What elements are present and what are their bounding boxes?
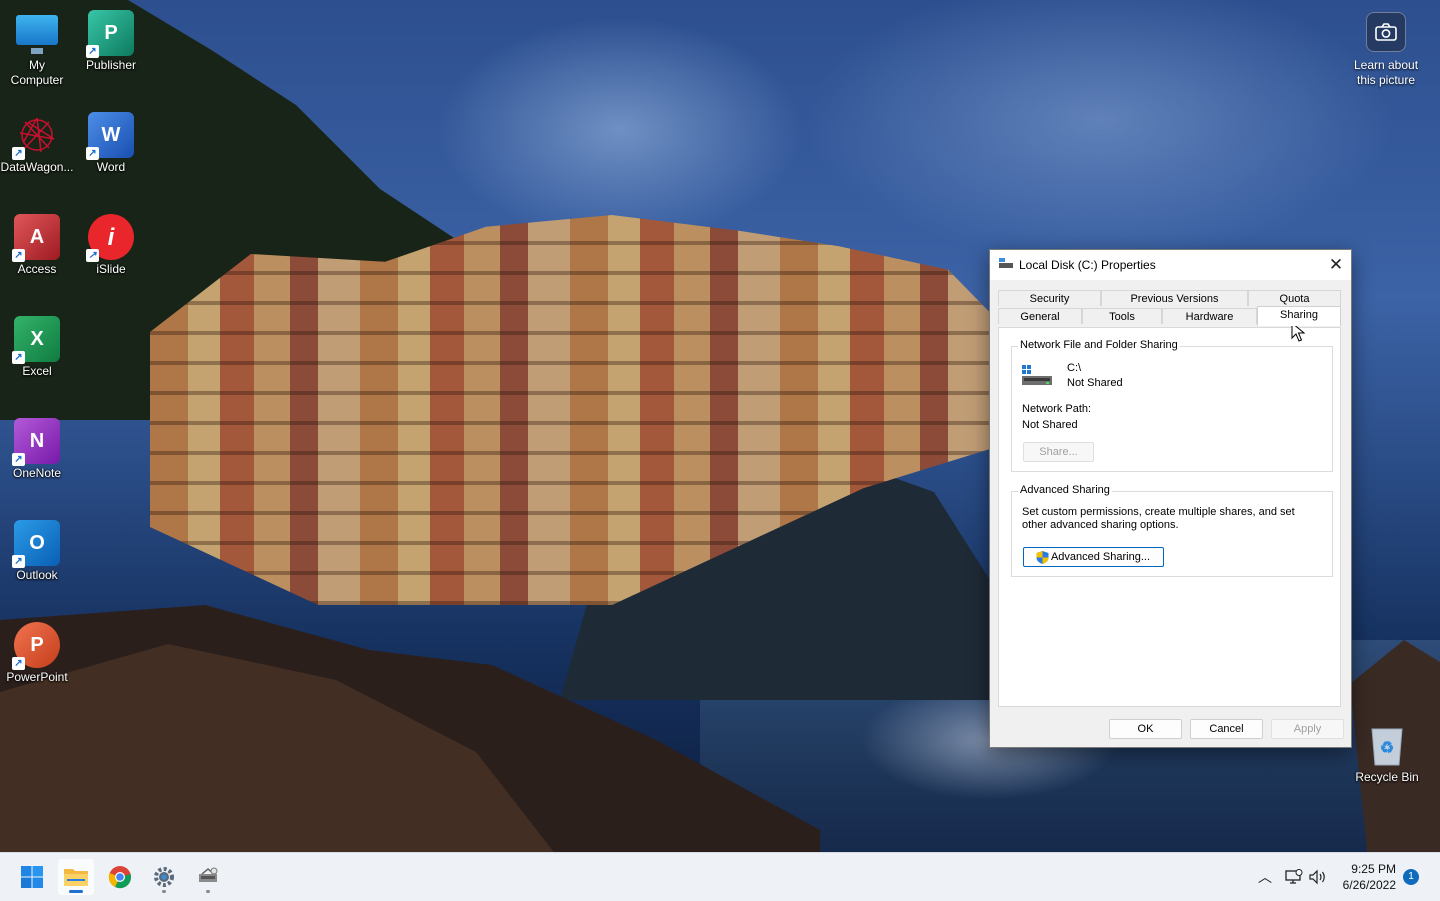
start-button[interactable] bbox=[14, 859, 50, 895]
settings-icon bbox=[154, 867, 174, 887]
chrome-icon bbox=[108, 866, 131, 889]
learn-about-picture-label: Learn about this picture bbox=[1353, 58, 1419, 87]
file-explorer-icon bbox=[64, 869, 88, 886]
dialog-titlebar[interactable]: Local Disk (C:) Properties ✕ bbox=[990, 250, 1351, 280]
drive-share-status: Not Shared bbox=[1067, 377, 1123, 389]
tab-security[interactable]: Security bbox=[998, 290, 1101, 306]
apply-button[interactable]: Apply bbox=[1271, 719, 1344, 739]
hard-drive-icon bbox=[1022, 365, 1052, 385]
advanced-sharing-button[interactable]: Advanced Sharing... bbox=[1023, 547, 1164, 567]
clock-date: 6/26/2022 bbox=[1342, 878, 1396, 892]
desktop-icon-recycle-bin[interactable]: ♻ Recycle Bin bbox=[1349, 722, 1425, 785]
datawagon-icon: ↗ bbox=[12, 112, 60, 160]
taskbar-file-explorer[interactable] bbox=[58, 859, 94, 895]
desktop-icon-outlook[interactable]: O ↗ Outlook bbox=[0, 520, 75, 583]
ok-button[interactable]: OK bbox=[1109, 719, 1182, 739]
drive-name: C:\ bbox=[1067, 362, 1082, 374]
outlook-icon: O ↗ bbox=[12, 520, 60, 568]
islide-icon: i ↗ bbox=[86, 214, 134, 262]
svg-text:♻: ♻ bbox=[1380, 740, 1394, 757]
publisher-icon: P ↗ bbox=[86, 10, 134, 58]
chevron-up-icon: ︿ bbox=[1258, 869, 1272, 885]
taskbar: ︿ 9:25 PM 6/26/2022 1 bbox=[0, 852, 1440, 901]
taskbar-chrome[interactable] bbox=[102, 859, 138, 895]
network-sharing-group: Network File and Folder Sharing C:\ Not … bbox=[1011, 339, 1333, 472]
network-path-value: Not Shared bbox=[1022, 419, 1078, 431]
word-icon: W ↗ bbox=[86, 112, 134, 160]
desktop-icon-powerpoint[interactable]: P ↗ PowerPoint bbox=[0, 622, 75, 685]
tab-hardware[interactable]: Hardware bbox=[1162, 308, 1257, 324]
network-status-button[interactable] bbox=[1284, 853, 1304, 901]
desktop-icon-onenote[interactable]: N ↗ OneNote bbox=[0, 418, 75, 481]
taskbar-settings[interactable] bbox=[146, 859, 182, 895]
advanced-sharing-group: Advanced Sharing Set custom permissions,… bbox=[1011, 484, 1333, 577]
desktop-icon-label: Access bbox=[17, 262, 57, 276]
camera-icon bbox=[1366, 12, 1406, 52]
access-icon: A ↗ bbox=[12, 214, 60, 262]
desktop-icon-datawagon[interactable]: ↗ DataWagon... bbox=[0, 112, 75, 175]
desktop-icon-label: OneNote bbox=[12, 466, 62, 480]
learn-about-picture-button[interactable]: Learn about this picture bbox=[1350, 12, 1422, 88]
desktop-icon-excel[interactable]: X ↗ Excel bbox=[0, 316, 75, 379]
properties-dialog: Local Disk (C:) Properties ✕ Security Pr… bbox=[989, 249, 1352, 748]
desktop-icon-label: Excel bbox=[22, 364, 52, 378]
taskbar-network-tool[interactable] bbox=[190, 859, 226, 895]
running-indicator bbox=[206, 890, 210, 893]
monitor-icon bbox=[14, 10, 60, 56]
close-button[interactable]: ✕ bbox=[1321, 250, 1351, 280]
clock-time: 9:25 PM bbox=[1351, 862, 1396, 876]
network-icon bbox=[1285, 869, 1303, 884]
desktop-icon-word[interactable]: W ↗ Word bbox=[73, 112, 149, 175]
advanced-sharing-button-label: Advanced Sharing... bbox=[1050, 551, 1151, 563]
desktop-icon-label: DataWagon... bbox=[0, 160, 74, 174]
desktop-icon-label: My Computer bbox=[10, 58, 64, 87]
desktop-icon-label: PowerPoint bbox=[6, 670, 68, 684]
tab-row-top: Security Previous Versions Quota bbox=[998, 290, 1341, 307]
tab-general[interactable]: General bbox=[998, 308, 1082, 324]
running-indicator bbox=[162, 890, 166, 893]
active-indicator bbox=[69, 890, 83, 893]
network-sharing-group-label: Network File and Folder Sharing bbox=[1018, 339, 1180, 351]
clock[interactable]: 9:25 PM 6/26/2022 bbox=[1343, 861, 1396, 893]
tab-sharing[interactable]: Sharing bbox=[1257, 306, 1341, 326]
desktop-icon-label: iSlide bbox=[96, 262, 126, 276]
desktop-icon-label: Word bbox=[96, 160, 126, 174]
drive-icon bbox=[999, 258, 1013, 268]
tab-previous-versions[interactable]: Previous Versions bbox=[1101, 290, 1248, 306]
desktop-icon-label: Publisher bbox=[85, 58, 137, 72]
excel-icon: X ↗ bbox=[12, 316, 60, 364]
tab-tools[interactable]: Tools bbox=[1082, 308, 1162, 324]
advanced-sharing-group-label: Advanced Sharing bbox=[1018, 484, 1112, 496]
volume-button[interactable] bbox=[1308, 853, 1328, 901]
cancel-button[interactable]: Cancel bbox=[1190, 719, 1263, 739]
dialog-title: Local Disk (C:) Properties bbox=[1019, 258, 1156, 272]
start-icon bbox=[21, 866, 43, 888]
speaker-icon bbox=[1309, 869, 1325, 885]
desktop-icon-access[interactable]: A ↗ Access bbox=[0, 214, 75, 277]
desktop-icon-label: Outlook bbox=[16, 568, 58, 582]
advanced-sharing-description: Set custom permissions, create multiple … bbox=[1022, 506, 1295, 531]
recycle-bin-icon: ♻ bbox=[1364, 722, 1410, 768]
desktop-icon-my-computer[interactable]: My Computer bbox=[0, 10, 75, 88]
share-button[interactable]: Share... bbox=[1023, 442, 1094, 462]
network-tool-icon bbox=[199, 867, 218, 882]
show-hidden-icons-button[interactable]: ︿ bbox=[1256, 853, 1274, 901]
uac-shield-icon bbox=[1036, 551, 1049, 564]
sharing-tab-panel: Network File and Folder Sharing C:\ Not … bbox=[998, 327, 1341, 707]
desktop-icon-label: Recycle Bin bbox=[1355, 770, 1419, 784]
notification-badge[interactable]: 1 bbox=[1403, 869, 1419, 885]
desktop-icon-publisher[interactable]: P ↗ Publisher bbox=[73, 10, 149, 73]
tab-row-bottom: General Tools Hardware Sharing bbox=[998, 306, 1341, 326]
network-path-label: Network Path: bbox=[1022, 403, 1092, 415]
powerpoint-icon: P ↗ bbox=[12, 622, 60, 670]
tab-quota[interactable]: Quota bbox=[1248, 290, 1341, 306]
onenote-icon: N ↗ bbox=[12, 418, 60, 466]
desktop-icon-islide[interactable]: i ↗ iSlide bbox=[73, 214, 149, 277]
